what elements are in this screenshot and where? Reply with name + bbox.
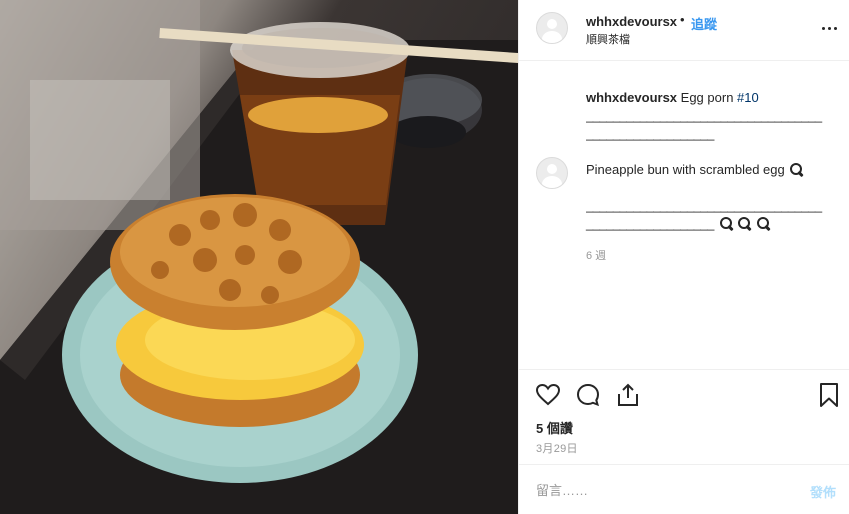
post-header: whhxdevoursx • 追蹤 順興茶檔 — [519, 0, 849, 61]
share-icon[interactable] — [615, 382, 641, 408]
heart-icon[interactable] — [535, 382, 561, 408]
comment-text: Pineapple bun with scrambled egg — [586, 162, 785, 177]
caption-username[interactable]: whhxdevoursx — [586, 90, 677, 105]
comment-input[interactable] — [536, 481, 786, 499]
post-photo[interactable] — [0, 0, 518, 514]
comment-icon[interactable] — [575, 382, 601, 408]
author-username[interactable]: whhxdevoursx — [586, 14, 677, 29]
magnifier-emoji-icon — [719, 217, 733, 230]
bookmark-icon[interactable] — [816, 382, 842, 408]
author-avatar[interactable] — [536, 12, 568, 44]
post-comment-button[interactable]: 發佈 — [810, 482, 836, 501]
like-count[interactable]: 5 個讚 — [536, 418, 573, 437]
comment-divider-line-2: ___________________ — [586, 216, 714, 231]
post-date[interactable]: 3月29日 — [536, 440, 578, 456]
location-link[interactable]: 順興茶檔 — [586, 31, 630, 47]
caption-divider-line-2: ___________________ — [586, 126, 714, 141]
post-actions: 5 個讚 3月29日 — [519, 369, 849, 464]
comment-divider-line-1: ___________________________________ — [586, 198, 822, 213]
caption-hashtag[interactable]: #10 — [737, 90, 759, 105]
comment-age[interactable]: 6 週 — [586, 247, 606, 263]
magnifier-emoji-icon — [790, 163, 803, 176]
caption-text: Egg porn — [680, 90, 734, 105]
magnifier-emoji-icon — [738, 217, 751, 230]
post-photo-art — [0, 0, 518, 514]
more-options-icon[interactable] — [822, 20, 838, 36]
post-details-panel: whhxdevoursx • 追蹤 順興茶檔 whhxdevoursx Egg … — [518, 0, 849, 514]
caption-divider-line-1: ___________________________________ — [586, 108, 822, 123]
add-comment-bar: 發佈 — [519, 464, 849, 514]
follow-button[interactable]: 追蹤 — [691, 14, 717, 33]
separator-dot: • — [680, 12, 685, 27]
comments-list: whhxdevoursx Egg porn #10 ______________… — [519, 61, 849, 369]
post-caption: whhxdevoursx Egg porn #10 ______________… — [586, 89, 826, 143]
magnifier-emoji-icon — [756, 217, 770, 230]
comment-avatar[interactable] — [536, 157, 568, 189]
comment-item: Pineapple bun with scrambled egg _______… — [586, 161, 831, 233]
